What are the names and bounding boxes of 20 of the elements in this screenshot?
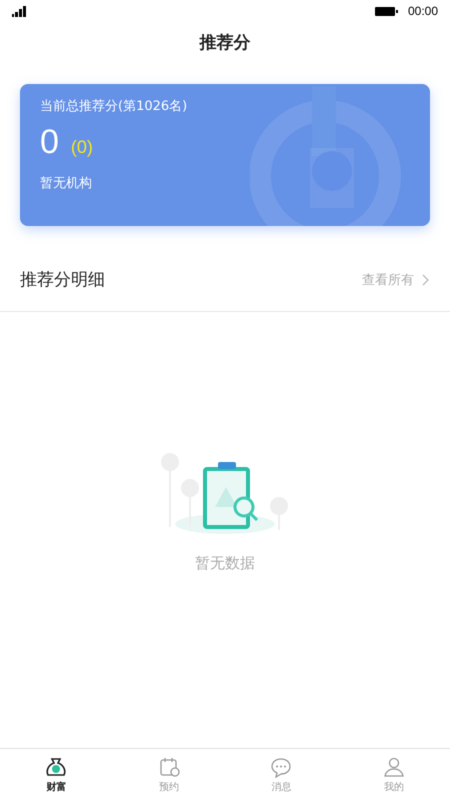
tab-item[interactable]: 我的 bbox=[338, 749, 450, 800]
person-icon bbox=[382, 756, 405, 778]
calendar-icon bbox=[158, 756, 180, 778]
chevron-icon bbox=[422, 274, 430, 286]
section-title: 推荐分明细 bbox=[20, 269, 105, 291]
tab-item[interactable]: 财富 bbox=[0, 749, 112, 800]
page-title: 推荐分 bbox=[200, 32, 250, 54]
chat-bubble-icon bbox=[270, 756, 292, 778]
status-time: 00:00 bbox=[408, 4, 438, 18]
money-bag-icon bbox=[45, 756, 68, 778]
battery-icon bbox=[374, 6, 398, 16]
institution-text: 暂无机构 bbox=[40, 175, 93, 192]
signal-icon bbox=[12, 6, 26, 16]
score-value: 0 bbox=[40, 123, 59, 162]
tab-item[interactable]: 预约 bbox=[112, 749, 225, 800]
score-label: 当前总推荐分(第1026名) bbox=[40, 98, 188, 115]
tab-item[interactable]: 消息 bbox=[225, 749, 338, 800]
empty-message: 暂无数据 bbox=[195, 554, 255, 573]
score-change: (0) bbox=[70, 137, 93, 158]
view-all-link[interactable]: 查看所有 bbox=[362, 270, 430, 288]
